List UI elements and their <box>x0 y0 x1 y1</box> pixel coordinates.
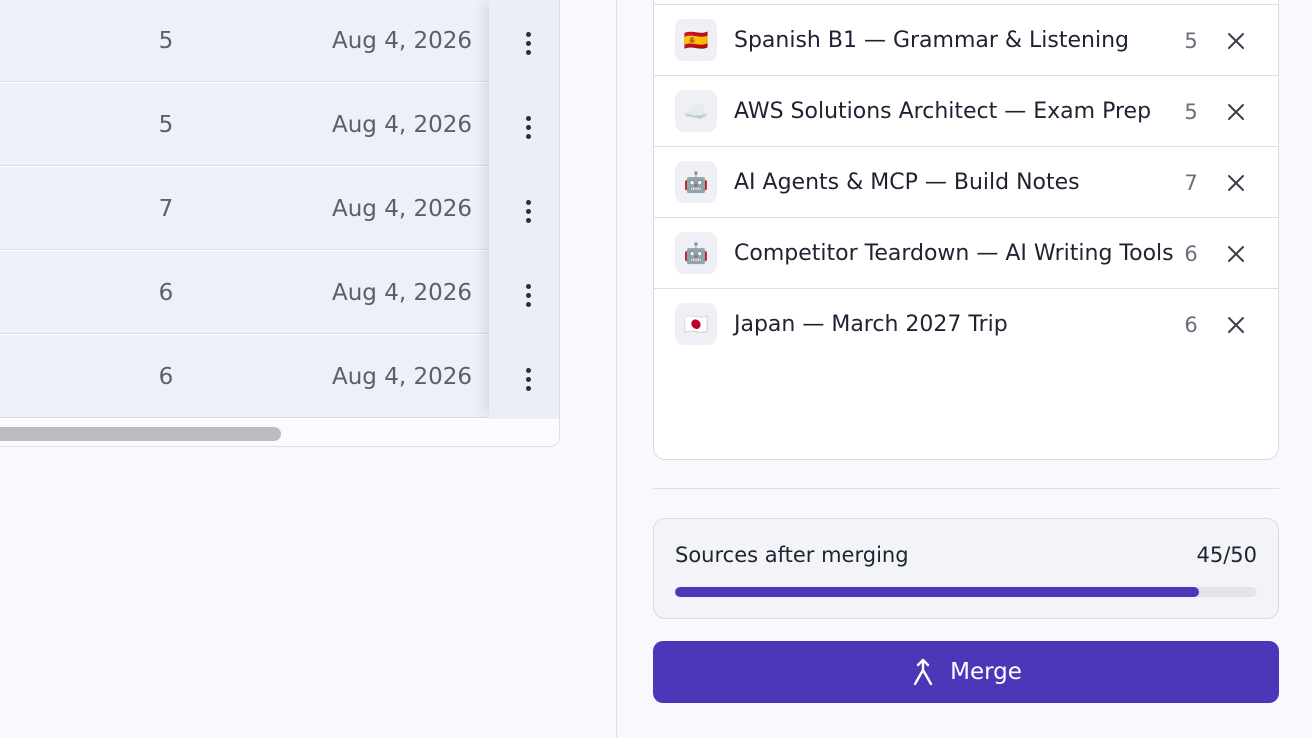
notebook-source-count: 5 <box>1184 28 1198 53</box>
more-vertical-icon[interactable] <box>517 195 539 227</box>
table-row[interactable]: 5 Aug 4, 2026 <box>0 0 559 82</box>
more-vertical-icon[interactable] <box>517 111 539 143</box>
source-count-cell: 6 <box>158 363 174 390</box>
notebook-emoji: ☁️ <box>675 90 717 132</box>
sources-label: Sources after merging <box>675 543 909 567</box>
table-row[interactable]: 5 Aug 4, 2026 <box>0 83 559 166</box>
merge-button-label: Merge <box>950 659 1022 685</box>
notebook-emoji: 🤖 <box>675 161 717 203</box>
selected-notebooks-list: 🇪🇸 Spanish B1 — Grammar & Listening 5 ☁️… <box>653 0 1279 460</box>
date-cell: Aug 4, 2026 <box>331 27 472 54</box>
section-divider <box>653 488 1279 489</box>
source-count-cell: 5 <box>158 27 174 54</box>
close-icon[interactable] <box>1222 169 1250 197</box>
date-cell: Aug 4, 2026 <box>331 111 472 138</box>
table-row[interactable]: 7 Aug 4, 2026 <box>0 167 559 250</box>
close-icon[interactable] <box>1222 240 1250 268</box>
notebook-emoji: 🇯🇵 <box>675 303 717 345</box>
sources-progress-bar <box>675 587 1257 597</box>
notebook-source-count: 5 <box>1184 99 1198 124</box>
date-cell: Aug 4, 2026 <box>331 195 472 222</box>
close-icon[interactable] <box>1222 98 1250 126</box>
notebook-emoji: 🇪🇸 <box>675 19 717 61</box>
scrollbar-thumb[interactable] <box>0 427 281 441</box>
notebook-source-count: 6 <box>1184 312 1198 337</box>
merge-button[interactable]: Merge <box>653 641 1279 703</box>
list-item: 🇯🇵 Japan — March 2027 Trip 6 <box>654 288 1278 359</box>
notebook-title: Spanish B1 — Grammar & Listening <box>734 28 1130 53</box>
sources-table: 5 Aug 4, 2026 5 Aug 4, 2026 7 Aug 4, 202… <box>0 0 560 447</box>
date-cell: Aug 4, 2026 <box>331 363 472 390</box>
table-row[interactable]: 6 Aug 4, 2026 <box>0 251 559 334</box>
date-cell: Aug 4, 2026 <box>331 279 472 306</box>
table-row[interactable]: 6 Aug 4, 2026 <box>0 335 559 418</box>
more-vertical-icon[interactable] <box>517 279 539 311</box>
notebook-title: AWS Solutions Architect — Exam Prep <box>734 99 1152 124</box>
sources-summary: Sources after merging 45/50 <box>653 518 1279 619</box>
list-item: ☁️ AWS Solutions Architect — Exam Prep 5 <box>654 75 1278 146</box>
sources-value: 45/50 <box>1196 543 1257 567</box>
notebook-title: Japan — March 2027 Trip <box>734 312 1008 337</box>
source-count-cell: 6 <box>158 279 174 306</box>
notebook-title: Competitor Teardown — AI Writing Tools <box>734 241 1174 266</box>
notebook-emoji: 🤖 <box>675 232 717 274</box>
source-count-cell: 7 <box>158 195 174 222</box>
merge-arrow-icon <box>910 657 936 687</box>
list-item: 🤖 Competitor Teardown — AI Writing Tools… <box>654 217 1278 288</box>
notebook-source-count: 7 <box>1184 170 1198 195</box>
notebook-source-count: 6 <box>1184 241 1198 266</box>
notebook-title: AI Agents & MCP — Build Notes <box>734 170 1080 195</box>
sources-progress-fill <box>675 587 1199 597</box>
close-icon[interactable] <box>1222 311 1250 339</box>
list-item: 🇪🇸 Spanish B1 — Grammar & Listening 5 <box>654 4 1278 75</box>
list-item: 🤖 AI Agents & MCP — Build Notes 7 <box>654 146 1278 217</box>
source-count-cell: 5 <box>158 111 174 138</box>
more-vertical-icon[interactable] <box>517 363 539 395</box>
panel-divider <box>616 0 617 738</box>
more-vertical-icon[interactable] <box>517 27 539 59</box>
close-icon[interactable] <box>1222 27 1250 55</box>
